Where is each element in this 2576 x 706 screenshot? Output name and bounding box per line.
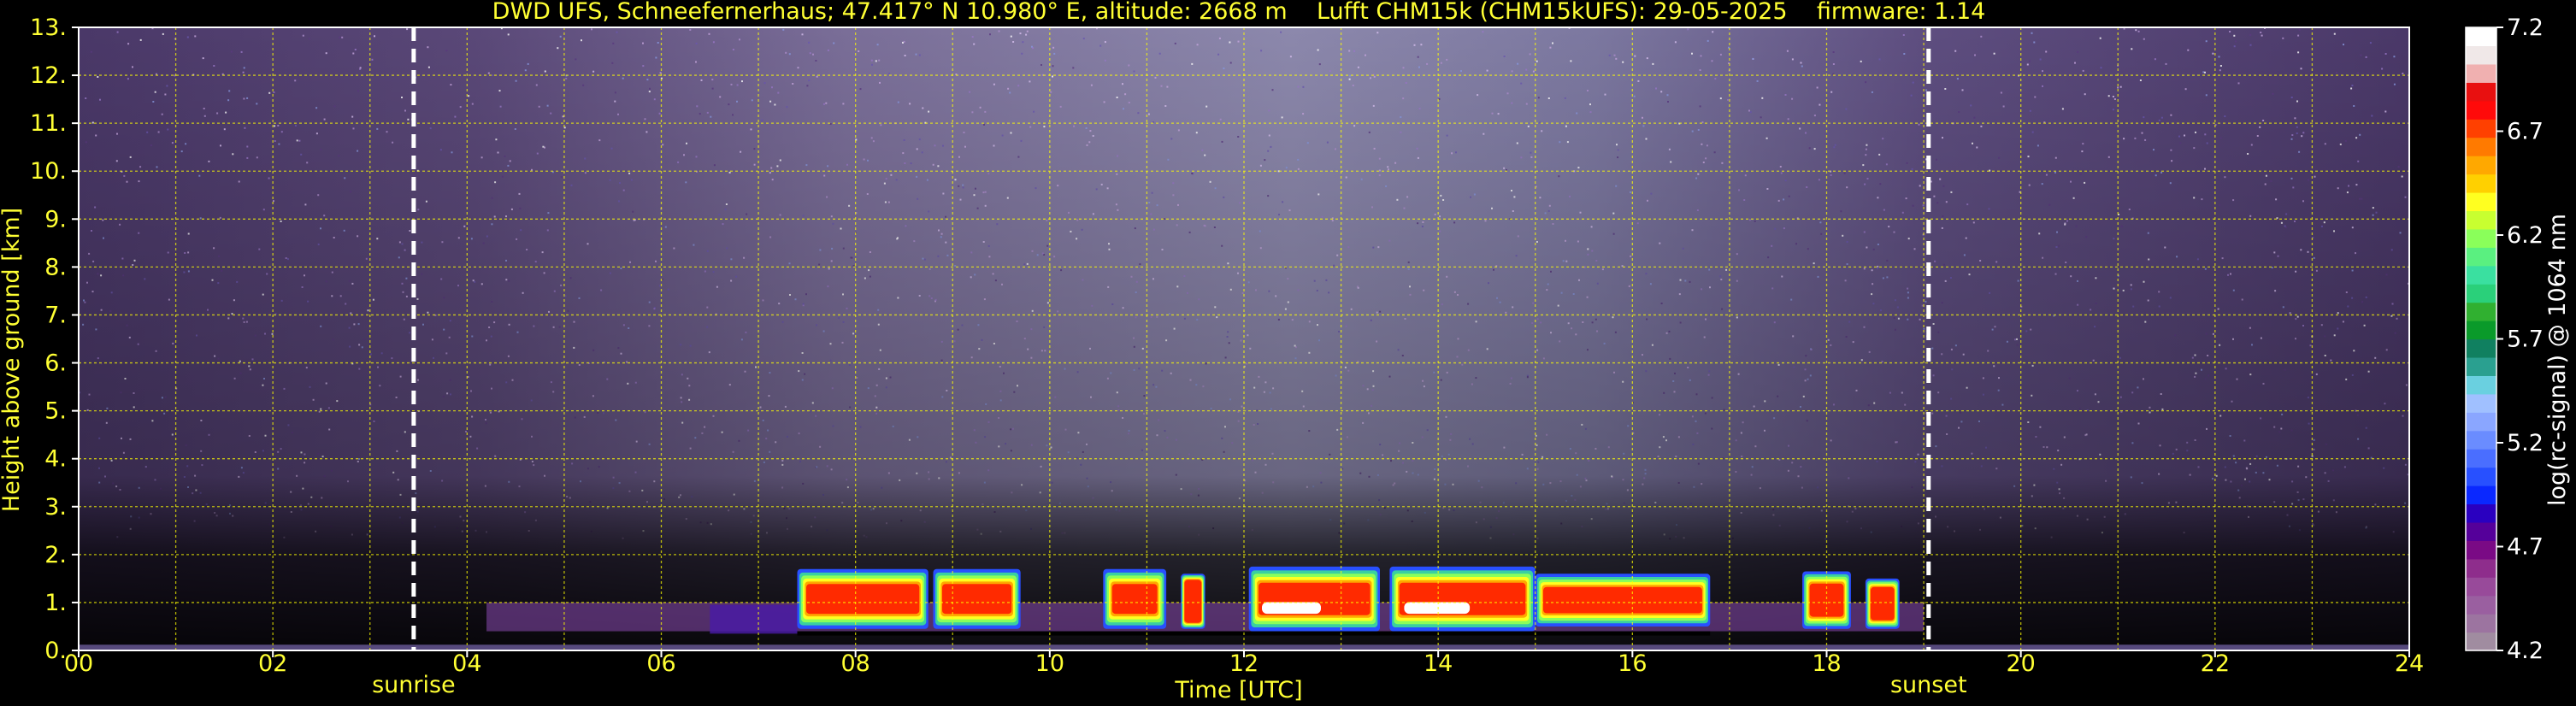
- ceilometer-chart: sunrise sunset 00 02 04 06 08 10 12 14 16 18 20 22 24…: [0, 0, 2571, 703]
- colorbar-swatch: [2466, 228, 2496, 248]
- colorbar-tick-label: 6.2: [2507, 222, 2544, 249]
- colorbar-swatch: [2466, 558, 2496, 578]
- cloud-segment: [1181, 574, 1205, 629]
- x-axis-label: Time [UTC]: [1174, 677, 1302, 703]
- y-tick-label: 3.: [44, 494, 67, 521]
- cloud-segment: [1802, 571, 1851, 629]
- y-tick-label: 0.: [44, 638, 67, 664]
- cloud-segment: [1535, 574, 1711, 627]
- y-tick-label: 4.: [44, 446, 67, 473]
- cloud-segment: [797, 568, 928, 629]
- y-tick-label: 11.: [30, 110, 67, 137]
- colorbar-swatch: [2466, 521, 2496, 541]
- colorbar-swatch: [2466, 485, 2496, 505]
- colorbar-swatch: [2466, 503, 2496, 523]
- y-tick-label: 7.: [44, 302, 67, 328]
- colorbar-label: log(rc-signal) @ 1064 nm: [2544, 214, 2571, 506]
- colorbar-swatch: [2466, 393, 2496, 413]
- colorbar-swatch: [2466, 577, 2496, 597]
- colorbar-swatch: [2466, 27, 2496, 47]
- cloud-segment: [1389, 566, 1536, 632]
- colorbar-tick-label: 7.2: [2507, 15, 2544, 41]
- colorbar-swatch: [2466, 247, 2496, 267]
- y-tick-label: 10.: [30, 158, 67, 185]
- y-axis-label: Height above ground [km]: [0, 208, 25, 512]
- colorbar-swatch: [2466, 302, 2496, 321]
- y-tick-label: 6.: [44, 350, 67, 377]
- colorbar-tick-label: 4.2: [2507, 638, 2544, 664]
- colorbar-swatch: [2466, 540, 2496, 560]
- x-tick-label: 04: [452, 650, 481, 677]
- x-tick-label: 06: [646, 650, 675, 677]
- x-tick-label: 02: [258, 650, 287, 677]
- colorbar-swatch: [2466, 595, 2496, 615]
- colorbar-tick-label: 6.7: [2507, 119, 2544, 145]
- colorbar-swatch: [2466, 614, 2496, 633]
- x-tick-label: 20: [2006, 650, 2035, 677]
- y-tick-label: 12.: [30, 62, 67, 89]
- y-tick-label: 1.: [44, 590, 67, 616]
- x-tick-label: 18: [1812, 650, 1841, 677]
- sunset-label: sunset: [1890, 672, 1967, 698]
- cloud-segment: [1103, 568, 1167, 629]
- colorbar-swatch: [2466, 174, 2496, 193]
- x-tick-label: 12: [1229, 650, 1259, 677]
- colorbar-swatch: [2466, 356, 2496, 376]
- cloud-base-edge: [797, 631, 1711, 636]
- cloud-segment: [1865, 578, 1900, 629]
- x-tick-label: 16: [1618, 650, 1647, 677]
- colorbar-swatch: [2466, 63, 2496, 83]
- colorbar-swatch: [2466, 338, 2496, 358]
- colorbar-tick-label: 4.7: [2507, 534, 2544, 561]
- colorbar-swatch: [2466, 119, 2496, 138]
- colorbar-swatch: [2466, 467, 2496, 486]
- colorbar-swatch: [2466, 375, 2496, 395]
- cloud-segment: [1248, 566, 1380, 632]
- colorbar-swatch: [2466, 137, 2496, 156]
- aerosol-core: [710, 604, 798, 634]
- chart-title: DWD UFS, Schneefernerhaus; 47.417° N 10.…: [492, 0, 1986, 25]
- x-tick-label: 24: [2395, 650, 2424, 677]
- y-tick-label: 8.: [44, 254, 67, 280]
- y-tick-label: 5.: [44, 398, 67, 425]
- x-tick-label: 22: [2201, 650, 2230, 677]
- x-tick-label: 14: [1424, 650, 1453, 677]
- colorbar-swatch: [2466, 412, 2496, 432]
- colorbar-tick-label: 5.2: [2507, 430, 2544, 456]
- colorbar-swatch: [2466, 449, 2496, 468]
- x-tick-label: 00: [64, 650, 93, 677]
- colorbar-swatch: [2466, 265, 2496, 285]
- colorbar-swatch: [2466, 191, 2496, 212]
- y-tick-label: 13.: [30, 15, 67, 41]
- colorbar-tick-label: 5.7: [2507, 327, 2544, 353]
- colorbar-swatch: [2466, 156, 2496, 175]
- x-tick-label: 10: [1035, 650, 1064, 677]
- cloud-segment: [933, 568, 1021, 629]
- colorbar-swatch: [2466, 82, 2496, 102]
- colorbar-swatch: [2466, 430, 2496, 450]
- colorbar: 4.2 4.7 5.2 5.7 6.2 6.7 7.2: [2465, 15, 2544, 664]
- colorbar-swatch: [2466, 321, 2496, 340]
- x-tick-label: 08: [840, 650, 869, 677]
- colorbar-swatch: [2466, 632, 2496, 651]
- colorbar-swatch: [2466, 210, 2496, 230]
- colorbar-swatch: [2466, 100, 2496, 120]
- y-tick-label: 2.: [44, 542, 67, 568]
- colorbar-swatch: [2466, 284, 2496, 303]
- y-tick-label: 9.: [44, 206, 67, 232]
- colorbar-swatch: [2466, 45, 2496, 65]
- sunrise-label: sunrise: [372, 672, 456, 698]
